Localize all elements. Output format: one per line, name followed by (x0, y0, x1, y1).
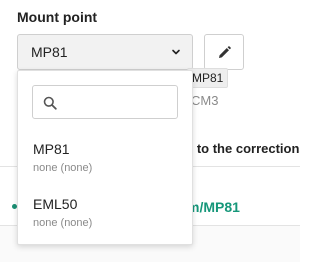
background-partial-link[interactable]: m/MP81 (187, 199, 240, 215)
option-title: EML50 (33, 196, 78, 212)
dropdown-search-input[interactable] (63, 92, 173, 112)
mount-point-select[interactable]: MP81 (17, 34, 193, 70)
mount-point-dropdown: MP81 none (none) EML50 none (none) (17, 70, 193, 245)
option-subtitle: none (none) (33, 217, 93, 229)
option-title: MP81 (33, 141, 70, 157)
dropdown-option[interactable]: EML50 none (none) (18, 196, 192, 244)
mount-point-selected-value: MP81 (31, 44, 68, 60)
chevron-down-icon (172, 49, 180, 55)
edit-button-tooltip: MP81 (187, 68, 229, 88)
search-icon (43, 96, 57, 110)
option-subtitle: none (none) (33, 162, 93, 174)
pencil-icon (219, 46, 231, 58)
mount-point-label: Mount point (17, 9, 98, 25)
edit-mount-point-button[interactable] (204, 34, 244, 70)
mount-point-page: Mount point MP81 MP81 CM3 s to the corre… (0, 0, 300, 262)
dropdown-option[interactable]: MP81 none (none) (18, 141, 192, 189)
dropdown-search-box[interactable] (32, 85, 178, 119)
background-partial-text: CM3 (191, 93, 219, 108)
background-partial-heading: s to the corrections (186, 141, 300, 156)
